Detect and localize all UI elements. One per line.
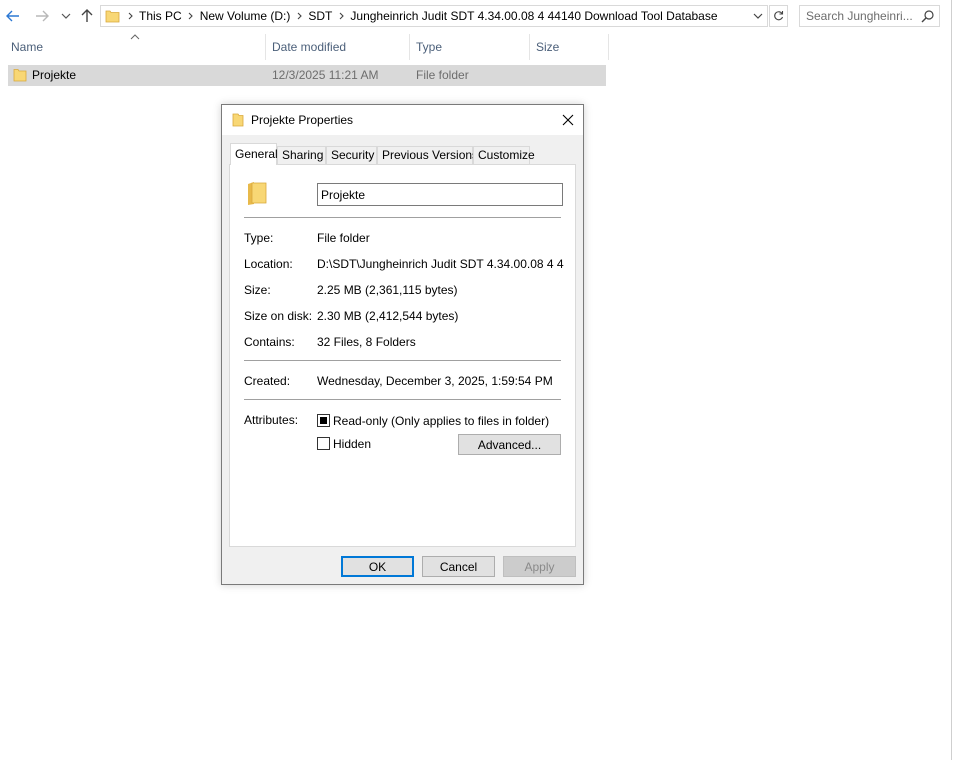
folder-icon xyxy=(232,113,244,127)
file-type: File folder xyxy=(416,68,469,82)
back-arrow-icon[interactable] xyxy=(4,7,22,25)
refresh-icon[interactable] xyxy=(769,5,788,27)
chevron-down-icon[interactable] xyxy=(57,7,75,25)
column-divider[interactable] xyxy=(409,34,410,60)
hidden-checkbox-label[interactable]: Hidden xyxy=(333,437,371,451)
breadcrumb-item[interactable]: Jungheinrich Judit SDT 4.34.00.08 4 4414… xyxy=(348,9,719,23)
location-label: Location: xyxy=(244,257,293,271)
separator xyxy=(244,399,561,400)
hidden-checkbox[interactable] xyxy=(317,437,330,450)
created-label: Created: xyxy=(244,374,291,388)
tab-customize[interactable]: Customize xyxy=(473,146,535,164)
apply-button[interactable]: Apply xyxy=(503,556,576,577)
location-value[interactable]: D:\SDT\Jungheinrich Judit SDT 4.34.00.08… xyxy=(317,257,564,271)
chevron-right-icon[interactable] xyxy=(184,6,198,26)
type-label: Type: xyxy=(244,231,274,245)
breadcrumb-item[interactable]: New Volume (D:) xyxy=(198,9,293,23)
chevron-right-icon[interactable] xyxy=(334,6,348,26)
search-icon[interactable] xyxy=(921,9,935,23)
general-tab-panel: Type: File folder Location: D:\SDT\Jungh… xyxy=(229,164,576,547)
column-divider[interactable] xyxy=(529,34,530,60)
column-header-name[interactable]: Name xyxy=(8,36,266,58)
column-divider[interactable] xyxy=(265,34,266,60)
address-dropdown-icon[interactable] xyxy=(749,6,767,26)
tab-general[interactable]: General xyxy=(230,143,278,165)
tab-sharing[interactable]: Sharing xyxy=(277,146,326,164)
column-header-size[interactable]: Size xyxy=(533,36,607,58)
properties-dialog: Projekte Properties General Sharing Secu… xyxy=(221,104,584,585)
type-value: File folder xyxy=(317,231,370,245)
dialog-title: Projekte Properties xyxy=(251,113,354,127)
file-row[interactable]: Projekte 12/3/2025 11:21 AM File folder xyxy=(8,65,606,86)
tab-security[interactable]: Security xyxy=(326,146,377,164)
created-value: Wednesday, December 3, 2025, 1:59:54 PM xyxy=(317,374,553,388)
ok-button[interactable]: OK xyxy=(341,556,414,577)
cancel-button[interactable]: Cancel xyxy=(422,556,495,577)
address-toolbar: This PC New Volume (D:) SDT Jungheinrich… xyxy=(0,0,953,32)
folder-icon xyxy=(105,6,123,26)
up-arrow-icon[interactable] xyxy=(78,7,96,25)
attributes-label: Attributes: xyxy=(244,413,299,427)
folder-name-field[interactable] xyxy=(317,183,563,206)
chevron-right-icon[interactable] xyxy=(292,6,306,26)
breadcrumb-item[interactable]: This PC xyxy=(137,9,184,23)
file-date-modified: 12/3/2025 11:21 AM xyxy=(272,68,379,82)
contains-value: 32 Files, 8 Folders xyxy=(317,335,416,349)
tab-previous-versions[interactable]: Previous Versions xyxy=(377,146,478,164)
search-input[interactable] xyxy=(806,8,918,24)
window-edge xyxy=(951,0,952,760)
column-header-type[interactable]: Type xyxy=(413,36,529,58)
readonly-checkbox[interactable] xyxy=(317,414,330,427)
advanced-button[interactable]: Advanced... xyxy=(458,434,561,455)
chevron-right-icon[interactable] xyxy=(123,6,137,26)
breadcrumb-item[interactable]: SDT xyxy=(306,9,334,23)
dialog-titlebar[interactable]: Projekte Properties xyxy=(222,105,583,135)
separator xyxy=(244,360,561,361)
address-bar[interactable]: This PC New Volume (D:) SDT Jungheinrich… xyxy=(100,5,768,27)
column-header-date-modified[interactable]: Date modified xyxy=(269,36,409,58)
size-on-disk-label: Size on disk: xyxy=(244,309,313,323)
folder-icon xyxy=(246,180,268,206)
column-divider[interactable] xyxy=(608,34,609,60)
contains-label: Contains: xyxy=(244,335,295,349)
size-on-disk-value: 2.30 MB (2,412,544 bytes) xyxy=(317,309,459,323)
file-name: Projekte xyxy=(32,68,77,82)
close-icon[interactable] xyxy=(553,105,583,135)
folder-icon xyxy=(13,68,27,82)
breadcrumb: This PC New Volume (D:) SDT Jungheinrich… xyxy=(105,6,720,26)
separator xyxy=(244,217,561,218)
readonly-checkbox-label[interactable]: Read-only (Only applies to files in fold… xyxy=(333,414,549,428)
size-value: 2.25 MB (2,361,115 bytes) xyxy=(317,283,458,297)
size-label: Size: xyxy=(244,283,271,297)
search-box[interactable] xyxy=(799,5,940,27)
forward-arrow-icon[interactable] xyxy=(33,7,51,25)
